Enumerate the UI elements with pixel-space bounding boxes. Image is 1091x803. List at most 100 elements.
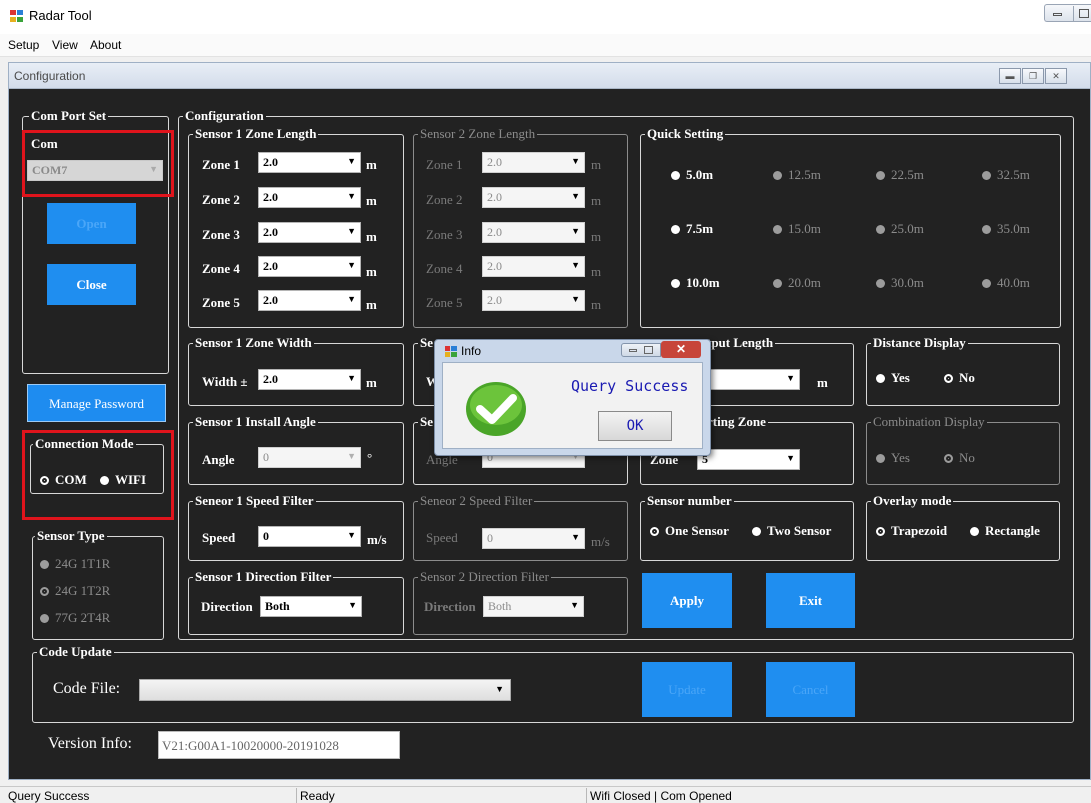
child-restore-button[interactable]: ❐ [1022,68,1044,84]
combination-display-yes[interactable]: Yes [876,450,910,466]
radio-icon [982,279,991,288]
radio-selected-icon [944,454,953,463]
overlay-trapezoid[interactable]: Trapezoid [876,523,947,539]
minimize-icon [629,349,637,352]
radio-icon [876,454,885,463]
s1-zone2-select[interactable]: 2.0 ▼ [258,187,361,208]
quick-30-0m[interactable]: 30.0m [876,275,924,291]
apply-button[interactable]: Apply [642,573,732,628]
chevron-down-icon: ▼ [571,260,580,270]
minimize-icon [1053,13,1062,16]
radio-icon [671,279,680,288]
chevron-down-icon: ▼ [347,294,356,304]
overlay-rectangle[interactable]: Rectangle [970,523,1040,539]
radio-icon [40,614,49,623]
s1-zone2-label: Zone 2 [202,192,240,207]
starting-zone-select[interactable]: 5 ▼ [697,449,800,470]
s2-zone3-unit: m [591,229,602,244]
radio-icon [671,225,680,234]
s2-zone3-select[interactable]: 2.0 ▼ [482,222,585,243]
success-check-icon [466,382,526,436]
quick-10-0m[interactable]: 10.0m [671,275,720,291]
cancel-button[interactable]: Cancel [766,662,855,717]
dialog-minimize-maximize[interactable] [621,343,661,357]
radio-icon [671,171,680,180]
menu-view[interactable]: View [52,38,78,52]
sensor-number-two[interactable]: Two Sensor [752,523,831,539]
radio-selected-icon [40,587,49,596]
status-divider [586,788,587,803]
s1-width-select[interactable]: 2.0 ▼ [258,369,361,390]
highlight-box-connection-mode [22,430,174,520]
quick-25-0m[interactable]: 25.0m [876,221,924,237]
com-port-set-title: Com Port Set [29,108,109,124]
quick-20-0m[interactable]: 20.0m [773,275,821,291]
code-file-select[interactable]: ▼ [139,679,511,701]
quick-35-0m[interactable]: 35.0m [982,221,1030,237]
s2-zone5-label: Zone 5 [426,295,463,310]
distance-display-yes[interactable]: Yes [876,370,910,386]
s1-zone1-unit: m [366,157,377,172]
manage-password-button[interactable]: Manage Password [27,384,166,422]
s1-angle-label: Angle [202,452,235,467]
open-button[interactable]: Open [47,203,136,244]
dialog-close-button[interactable]: ✕ [661,341,701,358]
radio-77g-2t4r[interactable]: 77G 2T4R [40,610,110,626]
combination-display-title: Combination Display [871,414,987,430]
update-button[interactable]: Update [642,662,732,717]
distance-display-no[interactable]: No [944,370,975,386]
s1-zone3-select[interactable]: 2.0 ▼ [258,222,361,243]
close-button[interactable]: Close [47,264,136,305]
s1-width-unit: m [366,375,377,390]
s2-speed-select[interactable]: 0 ▼ [482,528,585,549]
s2-direction-select[interactable]: Both ▼ [483,596,584,617]
s1-angle-select[interactable]: 0 ▼ [258,447,361,468]
dialog-message: Query Success [571,377,689,395]
quick-22-5m[interactable]: 22.5m [876,167,924,183]
s1-speed-label: Speed [202,530,236,545]
app-title: Radar Tool [29,8,92,23]
quick-12-5m[interactable]: 12.5m [773,167,821,183]
menu-setup[interactable]: Setup [8,38,39,52]
dialog-body: Query Success OK [442,362,703,449]
child-close-button[interactable]: ✕ [1045,68,1067,84]
chevron-down-icon: ▼ [347,226,356,236]
quick-32-5m[interactable]: 32.5m [982,167,1030,183]
quick-7-5m[interactable]: 7.5m [671,221,713,237]
s2-direction-label: Direction [424,599,476,614]
highlight-box-com [22,130,174,197]
sensor1-direction-filter-title: Sensor 1 Direction Filter [193,569,334,585]
s2-zone4-select[interactable]: 2.0 ▼ [482,256,585,277]
chevron-down-icon: ▼ [347,191,356,201]
menu-about[interactable]: About [90,38,121,52]
s1-zone4-select[interactable]: 2.0 ▼ [258,256,361,277]
maximize-icon [1079,9,1089,18]
ok-button[interactable]: OK [598,411,672,441]
sensor-number-one[interactable]: One Sensor [650,523,729,539]
quick-5-0m[interactable]: 5.0m [671,167,713,183]
s2-zone2-select[interactable]: 2.0 ▼ [482,187,585,208]
s1-direction-select[interactable]: Both ▼ [260,596,362,617]
quick-40-0m[interactable]: 40.0m [982,275,1030,291]
quick-15-0m[interactable]: 15.0m [773,221,821,237]
radio-icon [982,225,991,234]
window-minimize-button[interactable] [1044,4,1091,22]
s1-speed-select[interactable]: 0 ▼ [258,526,361,547]
output-length-select[interactable]: 0▼ [697,369,800,390]
radio-icon [752,527,761,536]
chevron-down-icon: ▼ [348,600,357,610]
s2-zone5-select[interactable]: 2.0 ▼ [482,290,585,311]
radio-selected-icon [650,527,659,536]
radio-24g-1t1r[interactable]: 24G 1T1R [40,556,110,572]
s1-zone3-label: Zone 3 [202,227,240,242]
exit-button[interactable]: Exit [766,573,855,628]
radio-24g-1t2r[interactable]: 24G 1T2R [40,583,110,599]
child-minimize-button[interactable]: ▬ [999,68,1021,84]
s1-zone1-select[interactable]: 2.0 ▼ [258,152,361,173]
version-info-field: V21:G00A1-10020000-20191028 [158,731,400,759]
s1-speed-unit: m/s [367,532,387,547]
combination-display-no[interactable]: No [944,450,975,466]
chevron-down-icon: ▼ [571,532,580,542]
s1-zone5-select[interactable]: 2.0 ▼ [258,290,361,311]
s2-zone1-select[interactable]: 2.0 ▼ [482,152,585,173]
